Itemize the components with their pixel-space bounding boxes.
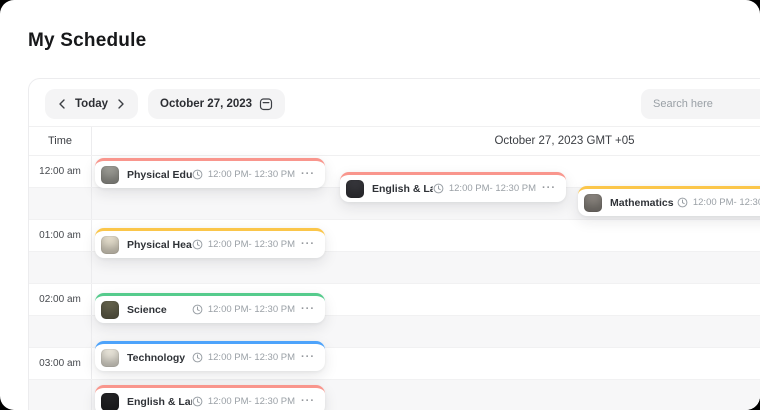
- event-menu-button[interactable]: ···: [541, 181, 557, 196]
- event-avatar: [584, 194, 602, 212]
- prev-day-button[interactable]: [51, 89, 73, 119]
- clock-icon: [192, 169, 203, 180]
- event-card[interactable]: English & Language... 12:00 PM- 12:30 PM…: [95, 385, 325, 410]
- day-column-header: October 27, 2023 GMT +05: [92, 127, 760, 155]
- time-label: [29, 380, 92, 410]
- today-button[interactable]: Today: [73, 98, 110, 110]
- event-title: Physical Education: [127, 169, 192, 181]
- event-avatar: [346, 180, 364, 198]
- event-menu-button[interactable]: ···: [300, 237, 316, 252]
- search-input[interactable]: [653, 98, 760, 110]
- event-card[interactable]: English & Language... 12:00 PM- 12:30 PM…: [340, 172, 566, 202]
- time-label: [29, 188, 92, 219]
- event-card[interactable]: Physical Health 12:00 PM- 12:30 PM ···: [95, 228, 325, 258]
- page-title: My Schedule: [28, 30, 146, 52]
- clock-icon: [677, 197, 688, 208]
- schedule-screen: My Schedule Today October 27, 2023: [0, 0, 760, 410]
- event-time: 12:00 PM- 12:30 PM: [208, 169, 295, 180]
- event-card[interactable]: Physical Education 12:00 PM- 12:30 PM ··…: [95, 158, 325, 188]
- event-menu-button[interactable]: ···: [300, 302, 316, 317]
- event-title: Physical Health: [127, 239, 192, 251]
- event-avatar: [101, 236, 119, 254]
- clock-icon: [192, 239, 203, 250]
- event-time: 12:00 PM- 12:30 PM: [208, 352, 295, 363]
- chevron-right-icon: [117, 99, 125, 109]
- event-title: English & Language...: [372, 183, 433, 195]
- time-label: 02:00 am: [29, 284, 92, 315]
- schedule-grid: Time October 27, 2023 GMT +05 12:00 am 0…: [29, 126, 760, 410]
- chevron-left-icon: [58, 99, 66, 109]
- event-card[interactable]: Science 12:00 PM- 12:30 PM ···: [95, 293, 325, 323]
- event-avatar: [101, 349, 119, 367]
- event-time: 12:00 PM- 12:30 PM: [208, 304, 295, 315]
- event-avatar: [101, 166, 119, 184]
- calendar-icon: [259, 97, 273, 111]
- clock-icon: [192, 396, 203, 407]
- event-time: 12:00 PM- 12:30 PM: [208, 239, 295, 250]
- clock-icon: [192, 304, 203, 315]
- event-avatar: [101, 393, 119, 410]
- toolbar: Today October 27, 2023: [45, 89, 760, 119]
- time-label: 12:00 am: [29, 156, 92, 187]
- date-picker-label: October 27, 2023: [160, 98, 252, 110]
- time-label: 01:00 am: [29, 220, 92, 251]
- schedule-panel: Today October 27, 2023 Time Oc: [28, 78, 760, 410]
- date-picker-button[interactable]: October 27, 2023: [148, 89, 285, 119]
- event-time: 12:00 PM- 12:30 PM: [693, 197, 760, 208]
- event-title: Mathematics: [610, 197, 674, 209]
- event-menu-button[interactable]: ···: [300, 167, 316, 182]
- event-menu-button[interactable]: ···: [300, 350, 316, 365]
- grid-header: Time October 27, 2023 GMT +05: [29, 126, 760, 156]
- next-day-button[interactable]: [110, 89, 132, 119]
- time-label: [29, 316, 92, 347]
- time-label: 03:00 am: [29, 348, 92, 379]
- event-title: Science: [127, 304, 167, 316]
- event-card[interactable]: Mathematics 12:00 PM- 12:30 PM ···: [578, 186, 760, 216]
- clock-icon: [433, 183, 444, 194]
- today-nav-group: Today: [45, 89, 138, 119]
- search-box: [641, 89, 760, 119]
- event-time: 12:00 PM- 12:30 PM: [449, 183, 536, 194]
- time-column-header: Time: [29, 127, 92, 155]
- time-label: [29, 252, 92, 283]
- clock-icon: [192, 352, 203, 363]
- event-time: 12:00 PM- 12:30 PM: [208, 396, 295, 407]
- grid-body: 12:00 am 01:00 am 02:00 am 03: [29, 156, 760, 410]
- event-avatar: [101, 301, 119, 319]
- event-title: English & Language...: [127, 396, 192, 408]
- event-card[interactable]: Technology 12:00 PM- 12:30 PM ···: [95, 341, 325, 371]
- event-menu-button[interactable]: ···: [300, 394, 316, 409]
- event-title: Technology: [127, 352, 185, 364]
